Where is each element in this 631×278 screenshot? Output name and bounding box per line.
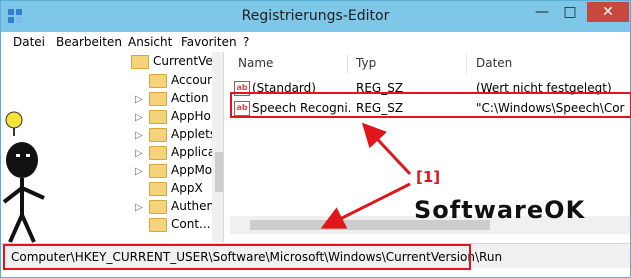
annotation-arrows (320, 122, 412, 229)
arrow-to-row (361, 122, 412, 176)
callout-number: [1] (416, 168, 441, 186)
brand-watermark: SoftwareOK (414, 196, 586, 224)
stickman-mascot-icon (2, 111, 45, 243)
arrow-to-path (320, 182, 411, 229)
